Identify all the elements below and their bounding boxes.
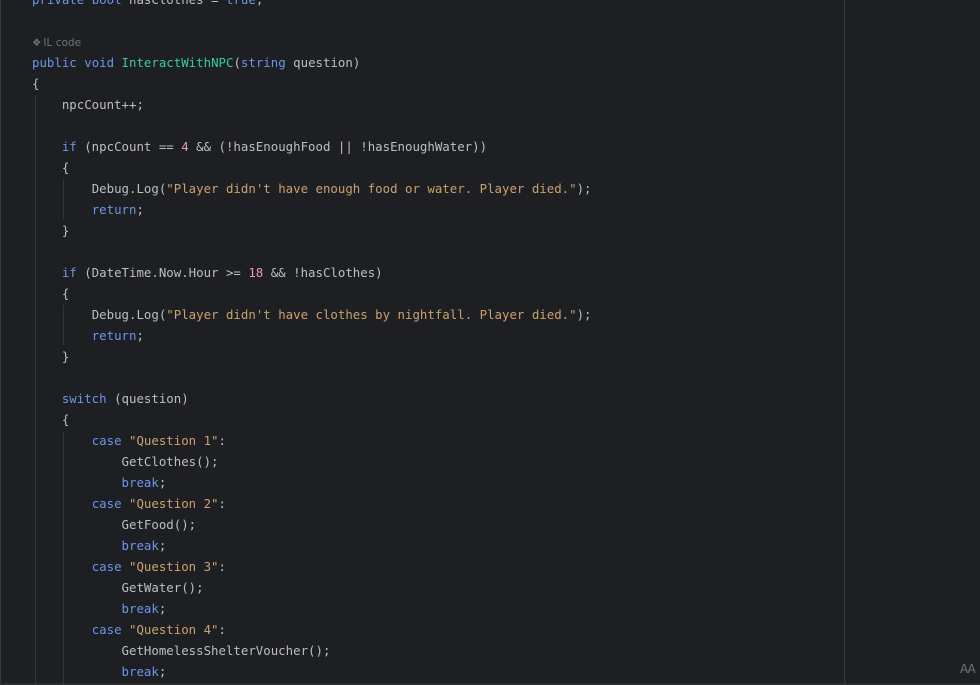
code-text[interactable]: private bool hasClothes = true; ❖IL code… [32, 0, 592, 682]
code-line: case "Question 1": [91, 433, 226, 448]
code-line: break; [121, 601, 167, 616]
il-code-hint[interactable]: ❖ IL code [32, 31, 592, 52]
code-line: { [61, 286, 70, 301]
code-line: break; [121, 475, 167, 490]
editor-left-border [0, 0, 1, 685]
code-line: break; [121, 538, 167, 553]
il-code-link[interactable]: IL code [43, 37, 81, 49]
code-line: Debug.Log("Player didn't have enough foo… [91, 181, 592, 196]
code-line: private bool hasClothes = true; [32, 0, 592, 10]
code-line: npcCount++; [61, 97, 144, 112]
lens-icon: ❖ [32, 37, 42, 49]
code-line: } [61, 349, 70, 364]
code-line: if (npcCount == 4 && (!hasEnoughFood || … [61, 139, 488, 154]
code-line: { [61, 412, 70, 427]
code-line: Debug.Log("Player didn't have clothes by… [91, 307, 592, 322]
method-name: InteractWithNPC [121, 55, 234, 70]
code-line: { [32, 76, 40, 91]
code-line: if (DateTime.Now.Hour >= 18 && !hasCloth… [61, 265, 383, 280]
code-line: GetHomelessShelterVoucher(); [121, 643, 331, 658]
code-line: } [61, 223, 70, 238]
code-line: return; [91, 202, 144, 217]
code-line: { [61, 160, 70, 175]
code-line: GetWater(); [121, 580, 204, 595]
code-line: case "Question 3": [91, 559, 226, 574]
method-signature: public void InteractWithNPC(string quest… [32, 55, 361, 70]
code-line: case "Question 4": [91, 622, 226, 637]
font-size-icon[interactable]: AA [960, 662, 976, 676]
code-line: case "Question 2": [91, 496, 226, 511]
code-line: GetFood(); [121, 517, 197, 532]
code-line: switch (question) [61, 391, 189, 406]
code-line: return; [91, 328, 144, 343]
code-line: GetClothes(); [121, 454, 219, 469]
code-line: break; [121, 664, 167, 679]
code-editor[interactable]: private bool hasClothes = true; ❖IL code… [0, 0, 980, 685]
right-margin-guide [844, 0, 845, 685]
